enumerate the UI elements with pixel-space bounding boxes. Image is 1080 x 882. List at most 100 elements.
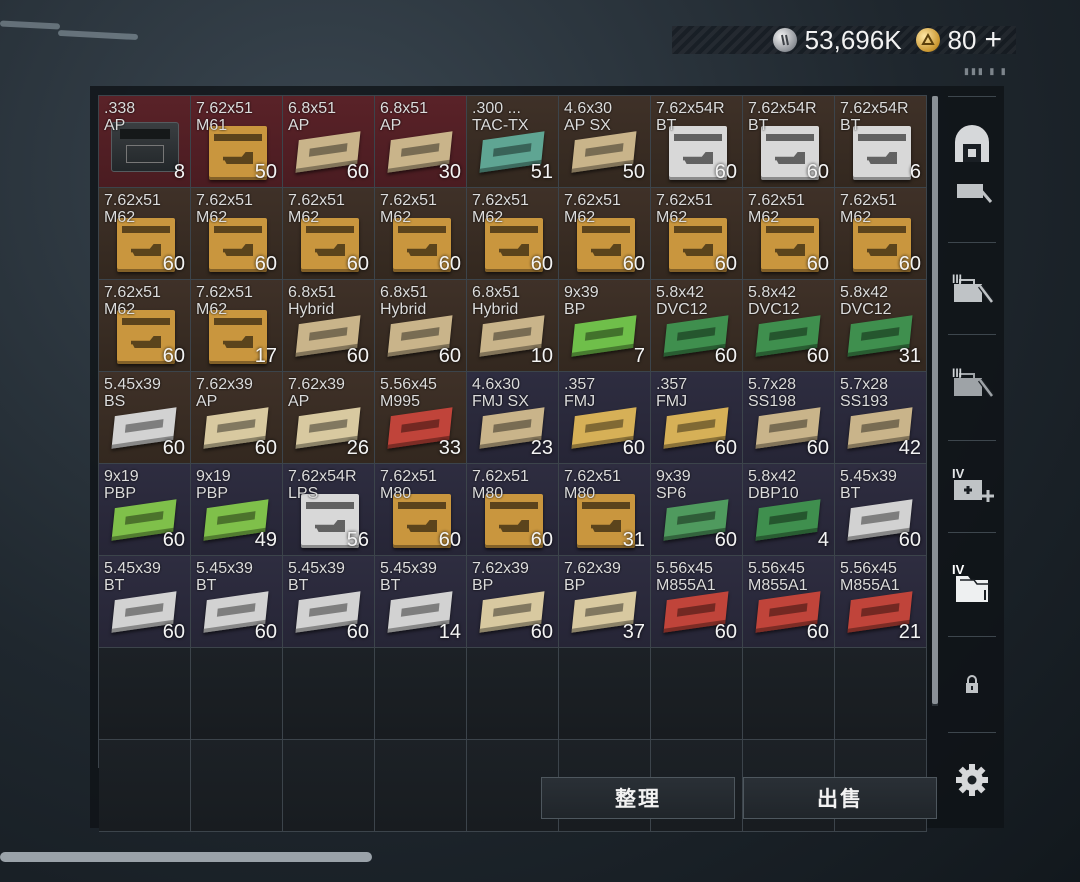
empty-stash-cell[interactable] (651, 648, 743, 740)
stash-cell[interactable]: 5.45x39 BT 60 (99, 556, 191, 648)
item-label: 9x39 SP6 (656, 468, 691, 502)
item-count: 60 (806, 437, 829, 459)
stash-cell[interactable]: 5.7x28 SS193 42 (835, 372, 927, 464)
empty-stash-cell[interactable] (559, 648, 651, 740)
stash-cell[interactable]: 6.8x51 Hybrid 60 (375, 280, 467, 372)
stash-cell[interactable]: 5.56x45 M995 33 (375, 372, 467, 464)
stash-cell[interactable]: 7.62x54R BT 60 (743, 96, 835, 188)
stash-cell[interactable]: 5.56x45 M855A1 60 (743, 556, 835, 648)
empty-stash-cell[interactable] (283, 740, 375, 832)
empty-stash-cell[interactable] (375, 648, 467, 740)
rail-tab-iii-a[interactable]: III (946, 272, 998, 306)
stash-cell[interactable]: 9x19 PBP 49 (191, 464, 283, 556)
stash-cell[interactable]: 7.62x51 M62 60 (743, 188, 835, 280)
rail-tab-iv-folder[interactable]: IV (946, 562, 998, 604)
empty-stash-cell[interactable] (191, 740, 283, 832)
stash-cell[interactable]: 7.62x51 M62 60 (99, 280, 191, 372)
stash-cell[interactable]: 7.62x51 M61 50 (191, 96, 283, 188)
stash-cell[interactable]: 7.62x51 M80 31 (559, 464, 651, 556)
item-count: 7 (633, 345, 645, 367)
stash-cell[interactable]: 7.62x51 M62 60 (375, 188, 467, 280)
empty-stash-cell[interactable] (283, 648, 375, 740)
stash-cell[interactable]: 7.62x39 BP 60 (467, 556, 559, 648)
stash-cell[interactable]: 9x39 SP6 60 (651, 464, 743, 556)
stash-cell[interactable]: 7.62x51 M62 60 (651, 188, 743, 280)
stash-cell[interactable]: 7.62x51 M62 60 (191, 188, 283, 280)
stash-cell[interactable]: 9x19 PBP 60 (99, 464, 191, 556)
stash-cell[interactable]: 7.62x39 AP 26 (283, 372, 375, 464)
item-count: 60 (346, 253, 369, 275)
stash-cell[interactable]: 5.45x39 BT 14 (375, 556, 467, 648)
empty-stash-cell[interactable] (191, 648, 283, 740)
stash-cell[interactable]: 5.7x28 SS198 60 (743, 372, 835, 464)
stash-cell[interactable]: 5.45x39 BT 60 (283, 556, 375, 648)
item-count: 60 (714, 253, 737, 275)
stash-cell[interactable]: 7.62x51 M62 60 (467, 188, 559, 280)
stash-cell[interactable]: 4.6x30 FMJ SX 23 (467, 372, 559, 464)
empty-stash-cell[interactable] (375, 740, 467, 832)
stash-cell[interactable]: 7.62x51 M62 17 (191, 280, 283, 372)
stash-cell[interactable]: 7.62x54R BT 6 (835, 96, 927, 188)
stash-cell[interactable]: .357 FMJ 60 (651, 372, 743, 464)
stash-cell[interactable]: 5.45x39 BT 60 (191, 556, 283, 648)
stash-cell[interactable]: 5.8x42 DVC12 60 (743, 280, 835, 372)
stash-cell[interactable]: .300 ... TAC-TX 51 (467, 96, 559, 188)
item-count: 4 (817, 529, 829, 551)
rail-tab-partial[interactable] (946, 184, 998, 206)
stash-cell[interactable]: 5.8x42 DVC12 60 (651, 280, 743, 372)
stash-cell[interactable]: 5.8x42 DVC12 31 (835, 280, 927, 372)
rail-tab-iv-medical[interactable]: IV (946, 466, 998, 506)
item-count: 21 (898, 621, 921, 643)
empty-stash-cell[interactable] (743, 648, 835, 740)
stash-cell[interactable]: 7.62x51 M62 60 (99, 188, 191, 280)
stash-cell[interactable]: 4.6x30 AP SX 50 (559, 96, 651, 188)
rail-tab-iii-b[interactable]: III (946, 366, 998, 400)
empty-stash-cell[interactable] (835, 648, 927, 740)
silver-currency[interactable]: 53,696K (772, 25, 902, 56)
horizontal-scrollbar[interactable] (0, 852, 372, 862)
rail-tab-locked[interactable] (946, 674, 998, 694)
stash-cell[interactable]: 6.8x51 AP 60 (283, 96, 375, 188)
stash-cell[interactable]: 5.56x45 M855A1 21 (835, 556, 927, 648)
sell-button[interactable]: 出售 (743, 777, 937, 819)
sort-button[interactable]: 整理 (541, 777, 735, 819)
stash-cell[interactable]: 7.62x39 AP 60 (191, 372, 283, 464)
grid-scrollbar-thumb[interactable] (932, 96, 938, 704)
stash-cell[interactable]: .338 AP 8 (99, 96, 191, 188)
stash-cell[interactable]: 7.62x54R BT 60 (651, 96, 743, 188)
stash-cell[interactable]: 5.45x39 BT 60 (835, 464, 927, 556)
stash-cell[interactable]: 5.56x45 M855A1 60 (651, 556, 743, 648)
stash-cell[interactable]: 5.8x42 DBP10 4 (743, 464, 835, 556)
rail-tab-main[interactable] (946, 124, 998, 166)
stash-cell[interactable]: 7.62x51 M62 60 (559, 188, 651, 280)
gold-currency-plus[interactable]: + (984, 23, 1002, 57)
empty-stash-cell[interactable] (99, 648, 191, 740)
stash-cell[interactable]: 5.45x39 BS 60 (99, 372, 191, 464)
gold-currency-value: 80 (947, 24, 977, 55)
item-count: 60 (622, 437, 645, 459)
gold-currency[interactable]: 80 + (915, 23, 1002, 57)
item-label: 5.56x45 M855A1 (748, 560, 808, 594)
stash-cell[interactable]: 7.62x54R LPS 56 (283, 464, 375, 556)
item-count: 60 (530, 621, 553, 643)
stash-cell[interactable]: 7.62x51 M80 60 (467, 464, 559, 556)
item-count: 60 (714, 161, 737, 183)
stash-cell[interactable]: 6.8x51 Hybrid 10 (467, 280, 559, 372)
item-label: 5.45x39 BT (104, 560, 161, 594)
lock-icon (966, 675, 978, 693)
stash-cell[interactable]: 7.62x51 M62 60 (283, 188, 375, 280)
stash-cell[interactable]: 7.62x39 BP 37 (559, 556, 651, 648)
empty-stash-cell[interactable] (99, 740, 191, 832)
item-count: 31 (622, 529, 645, 551)
item-label: 5.8x42 DBP10 (748, 468, 799, 502)
item-label: 7.62x51 M80 (380, 468, 437, 502)
stash-cell[interactable]: .357 FMJ 60 (559, 372, 651, 464)
item-label: 7.62x51 M62 (748, 192, 805, 226)
stash-cell[interactable]: 9x39 BP 7 (559, 280, 651, 372)
stash-cell[interactable]: 6.8x51 AP 30 (375, 96, 467, 188)
stash-cell[interactable]: 7.62x51 M80 60 (375, 464, 467, 556)
settings-button[interactable] (946, 762, 998, 798)
empty-stash-cell[interactable] (467, 648, 559, 740)
stash-cell[interactable]: 6.8x51 Hybrid 60 (283, 280, 375, 372)
stash-cell[interactable]: 7.62x51 M62 60 (835, 188, 927, 280)
